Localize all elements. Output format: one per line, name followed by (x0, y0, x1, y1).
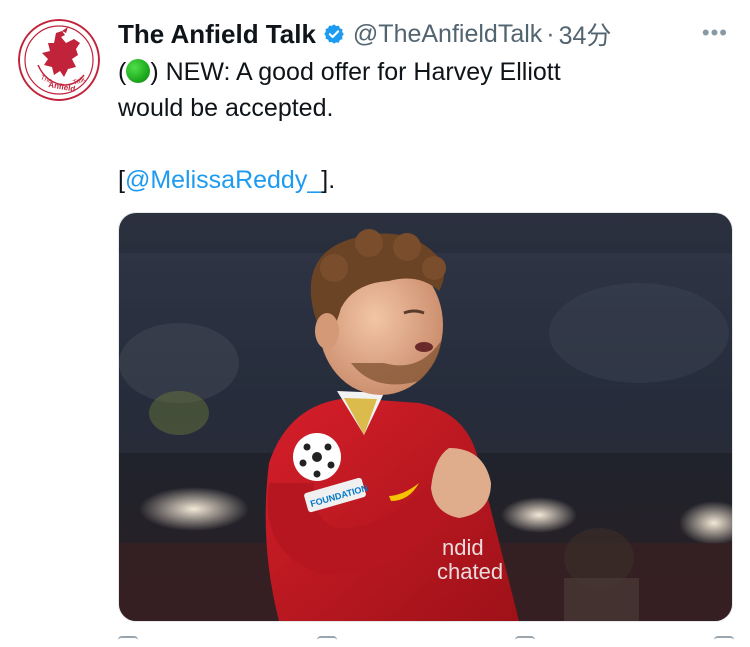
separator-dot: · (546, 19, 555, 48)
tweet-actions (118, 636, 734, 645)
mention-close: ]. (321, 166, 336, 194)
avatar[interactable]: The Anfield Talk (18, 19, 100, 101)
mention-link[interactable]: @MelissaReddy_ (125, 166, 321, 194)
tweet-text-line: [@MelissaReddy_]. (118, 162, 718, 198)
shirt-sponsor-line1: ndid (442, 535, 484, 560)
green-circle-emoji (126, 59, 151, 83)
tweet-photo[interactable]: FOUNDATION ndid chated (118, 212, 733, 622)
user-handle[interactable]: @TheAnfieldTalk (353, 20, 542, 49)
more-icon[interactable]: ••• (702, 20, 728, 46)
tweet-text-line: ( ) NEW: A good offer for Harvey Elliott (118, 54, 718, 90)
text-open-paren: ( (118, 58, 127, 86)
like-icon[interactable] (515, 636, 536, 647)
share-icon[interactable] (713, 636, 734, 647)
mention-open: [ (118, 166, 125, 194)
retweet-icon[interactable] (316, 636, 337, 647)
display-name[interactable]: The Anfield Talk (118, 19, 316, 50)
anfield-talk-logo: The Anfield Talk (18, 19, 100, 101)
tweet-text-line: would be accepted. (118, 94, 334, 122)
shirt-sponsor-line2: chated (437, 559, 503, 584)
tweet-header: The Anfield Talk @TheAnfieldTalk · 34分 •… (118, 16, 734, 52)
text-headline: ) NEW: A good offer for Harvey Elliott (150, 58, 561, 86)
tweet-text: () NEW: A good offer for Harvey Elliott … (118, 54, 718, 198)
reply-icon[interactable] (118, 636, 138, 647)
player-photo: FOUNDATION ndid chated (119, 213, 732, 621)
timestamp[interactable]: 34分 (559, 16, 612, 52)
verified-badge-icon (323, 23, 345, 45)
